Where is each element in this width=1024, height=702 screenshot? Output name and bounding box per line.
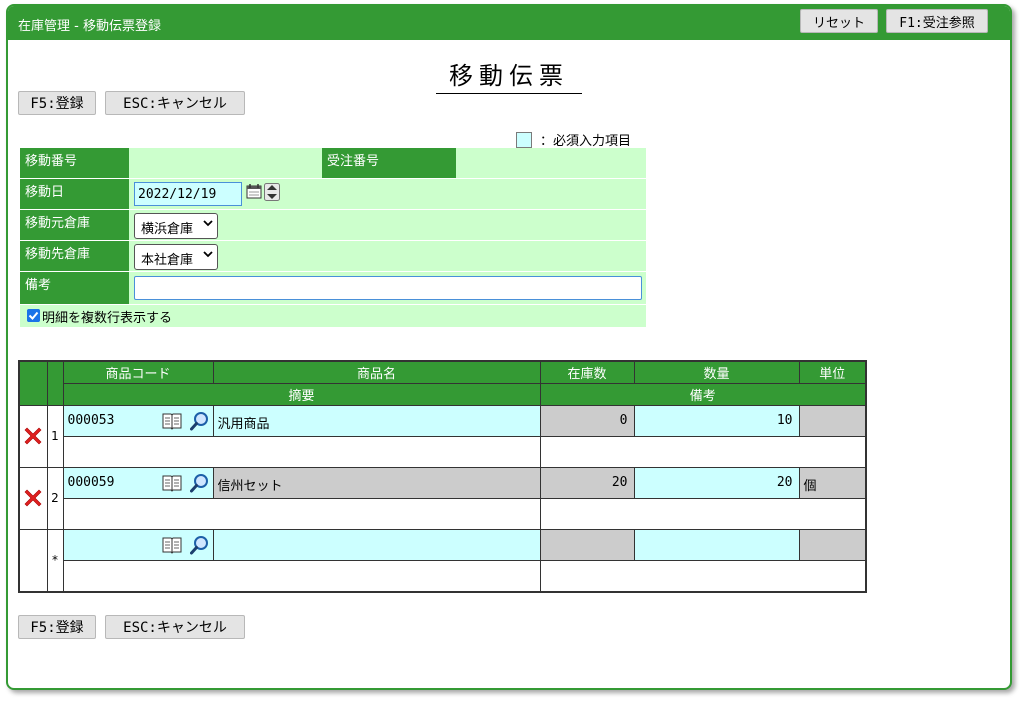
row-qty-cell[interactable]: 20 bbox=[633, 466, 800, 499]
to-warehouse-value: 本社倉庫 bbox=[141, 253, 194, 268]
row-unit-cell: 個 bbox=[798, 466, 867, 499]
row-stock: 0 bbox=[619, 412, 628, 428]
row-stock-cell: 0 bbox=[539, 404, 635, 437]
row-remarks-cell[interactable] bbox=[539, 435, 867, 468]
row-unit: 個 bbox=[803, 478, 817, 494]
required-legend-text: ：必須入力項目 bbox=[540, 134, 632, 149]
header-qty: 数量 bbox=[633, 360, 800, 384]
move-no-label: 移動番号 bbox=[20, 148, 129, 178]
table-row: 1 000053 汎用商品 0 10 bbox=[18, 404, 867, 468]
table-header-row-1: 商品コード 商品名 在庫数 数量 単位 bbox=[18, 360, 867, 406]
row-summary-cell[interactable] bbox=[62, 435, 541, 468]
new-row-summary-cell[interactable] bbox=[62, 559, 541, 592]
row-code: 000053 bbox=[67, 412, 115, 428]
multiline-checkbox[interactable] bbox=[27, 309, 40, 322]
order-reference-button[interactable]: F1:受注参照 bbox=[886, 9, 988, 33]
header-code: 商品コード bbox=[62, 360, 214, 384]
main-window: 在庫管理 - 移動伝票登録 リセット F1:受注参照 移動伝票 F5:登録 ES… bbox=[6, 4, 1012, 690]
new-row-code-cell[interactable] bbox=[62, 528, 214, 561]
row-qty: 20 bbox=[776, 474, 793, 490]
row-name: 汎用商品 bbox=[217, 416, 270, 432]
form-row-move-date: 移動日 bbox=[20, 179, 646, 210]
table-header-row-2: 摘要 備考 bbox=[19, 382, 867, 406]
required-color-swatch bbox=[516, 131, 532, 148]
header-remarks: 備考 bbox=[539, 382, 867, 406]
cancel-button-top[interactable]: ESC:キャンセル bbox=[105, 91, 245, 115]
header-name: 商品名 bbox=[212, 360, 541, 384]
required-legend: ：必須入力項目 bbox=[516, 130, 631, 149]
search-icon[interactable] bbox=[189, 535, 210, 555]
row-unit-cell bbox=[798, 404, 867, 437]
header-no-col bbox=[46, 360, 64, 406]
memo-input[interactable] bbox=[134, 276, 642, 300]
row-qty: 10 bbox=[776, 412, 793, 428]
new-row-name-cell[interactable] bbox=[212, 528, 541, 561]
multiline-checkbox-label: 明細を複数行表示する bbox=[42, 311, 173, 326]
register-button-top[interactable]: F5:登録 bbox=[18, 91, 96, 115]
app-title: 在庫管理 - 移動伝票登録 bbox=[18, 19, 161, 34]
row-number: 2 bbox=[46, 466, 64, 530]
search-icon[interactable] bbox=[189, 473, 210, 493]
page-title: 移動伝票 bbox=[436, 56, 582, 94]
move-date-label: 移動日 bbox=[20, 179, 129, 209]
book-icon[interactable] bbox=[162, 474, 182, 492]
header-summary: 摘要 bbox=[62, 382, 541, 406]
header-unit: 単位 bbox=[798, 360, 867, 384]
row-remarks-cell[interactable] bbox=[539, 497, 867, 530]
row-delete-cell bbox=[18, 404, 48, 468]
form-row-move-no: 移動番号 受注番号 bbox=[20, 148, 646, 179]
to-warehouse-label: 移動先倉庫 bbox=[20, 241, 129, 271]
new-row-unit-cell bbox=[798, 528, 867, 561]
row-number: 1 bbox=[46, 404, 64, 468]
row-summary-cell[interactable] bbox=[62, 497, 541, 530]
row-code-cell[interactable]: 000059 bbox=[62, 466, 214, 499]
new-row-marker: * bbox=[46, 528, 64, 592]
row-code-cell[interactable]: 000053 bbox=[62, 404, 214, 437]
memo-label: 備考 bbox=[20, 272, 129, 304]
header-stock: 在庫数 bbox=[539, 360, 635, 384]
date-spinner-icon[interactable] bbox=[264, 183, 280, 201]
reset-button[interactable]: リセット bbox=[800, 9, 878, 33]
form-row-from-warehouse: 移動元倉庫 横浜倉庫 bbox=[20, 210, 646, 241]
table-row-sub bbox=[19, 497, 867, 530]
table-row-new: * bbox=[18, 528, 867, 592]
from-warehouse-select[interactable]: 横浜倉庫 bbox=[134, 213, 218, 239]
cancel-button-bottom[interactable]: ESC:キャンセル bbox=[105, 615, 245, 639]
header-delete-col bbox=[18, 360, 48, 406]
row-stock-cell: 20 bbox=[539, 466, 635, 499]
row-stock: 20 bbox=[611, 474, 628, 490]
chevron-down-icon bbox=[203, 251, 213, 258]
new-row-qty-cell[interactable] bbox=[633, 528, 800, 561]
register-button-bottom[interactable]: F5:登録 bbox=[18, 615, 96, 639]
calendar-icon[interactable] bbox=[246, 183, 262, 199]
order-no-label: 受注番号 bbox=[322, 148, 456, 178]
table-row-sub bbox=[19, 435, 867, 468]
row-delete-cell bbox=[18, 466, 48, 530]
detail-table: 商品コード 商品名 在庫数 数量 単位 摘要 備考 1 000053 汎用商品 … bbox=[18, 360, 867, 593]
from-warehouse-label: 移動元倉庫 bbox=[20, 210, 129, 240]
from-warehouse-value: 横浜倉庫 bbox=[141, 222, 194, 237]
search-icon[interactable] bbox=[189, 411, 210, 431]
book-icon[interactable] bbox=[162, 536, 182, 554]
book-icon[interactable] bbox=[162, 412, 182, 430]
row-name: 信州セット bbox=[217, 478, 283, 494]
header-form: 移動番号 受注番号 移動日 移動元倉庫 bbox=[20, 148, 646, 327]
to-warehouse-select[interactable]: 本社倉庫 bbox=[134, 244, 218, 270]
row-name-cell: 信州セット bbox=[212, 466, 541, 499]
new-row-remarks-cell[interactable] bbox=[539, 559, 867, 592]
row-code: 000059 bbox=[67, 474, 115, 490]
form-row-to-warehouse: 移動先倉庫 本社倉庫 bbox=[20, 241, 646, 272]
form-row-multiline: 明細を複数行表示する bbox=[20, 305, 646, 327]
delete-icon[interactable] bbox=[23, 426, 43, 446]
move-date-input[interactable] bbox=[134, 182, 242, 206]
table-row: 2 000059 信州セット 20 20 個 bbox=[18, 466, 867, 530]
new-row-stock-cell bbox=[539, 528, 635, 561]
row-qty-cell[interactable]: 10 bbox=[633, 404, 800, 437]
chevron-down-icon bbox=[203, 220, 213, 227]
delete-icon[interactable] bbox=[23, 488, 43, 508]
form-row-memo: 備考 bbox=[20, 272, 646, 305]
table-row-new-sub bbox=[19, 559, 867, 592]
row-name-cell[interactable]: 汎用商品 bbox=[212, 404, 541, 437]
row-delete-cell-empty bbox=[18, 528, 48, 592]
